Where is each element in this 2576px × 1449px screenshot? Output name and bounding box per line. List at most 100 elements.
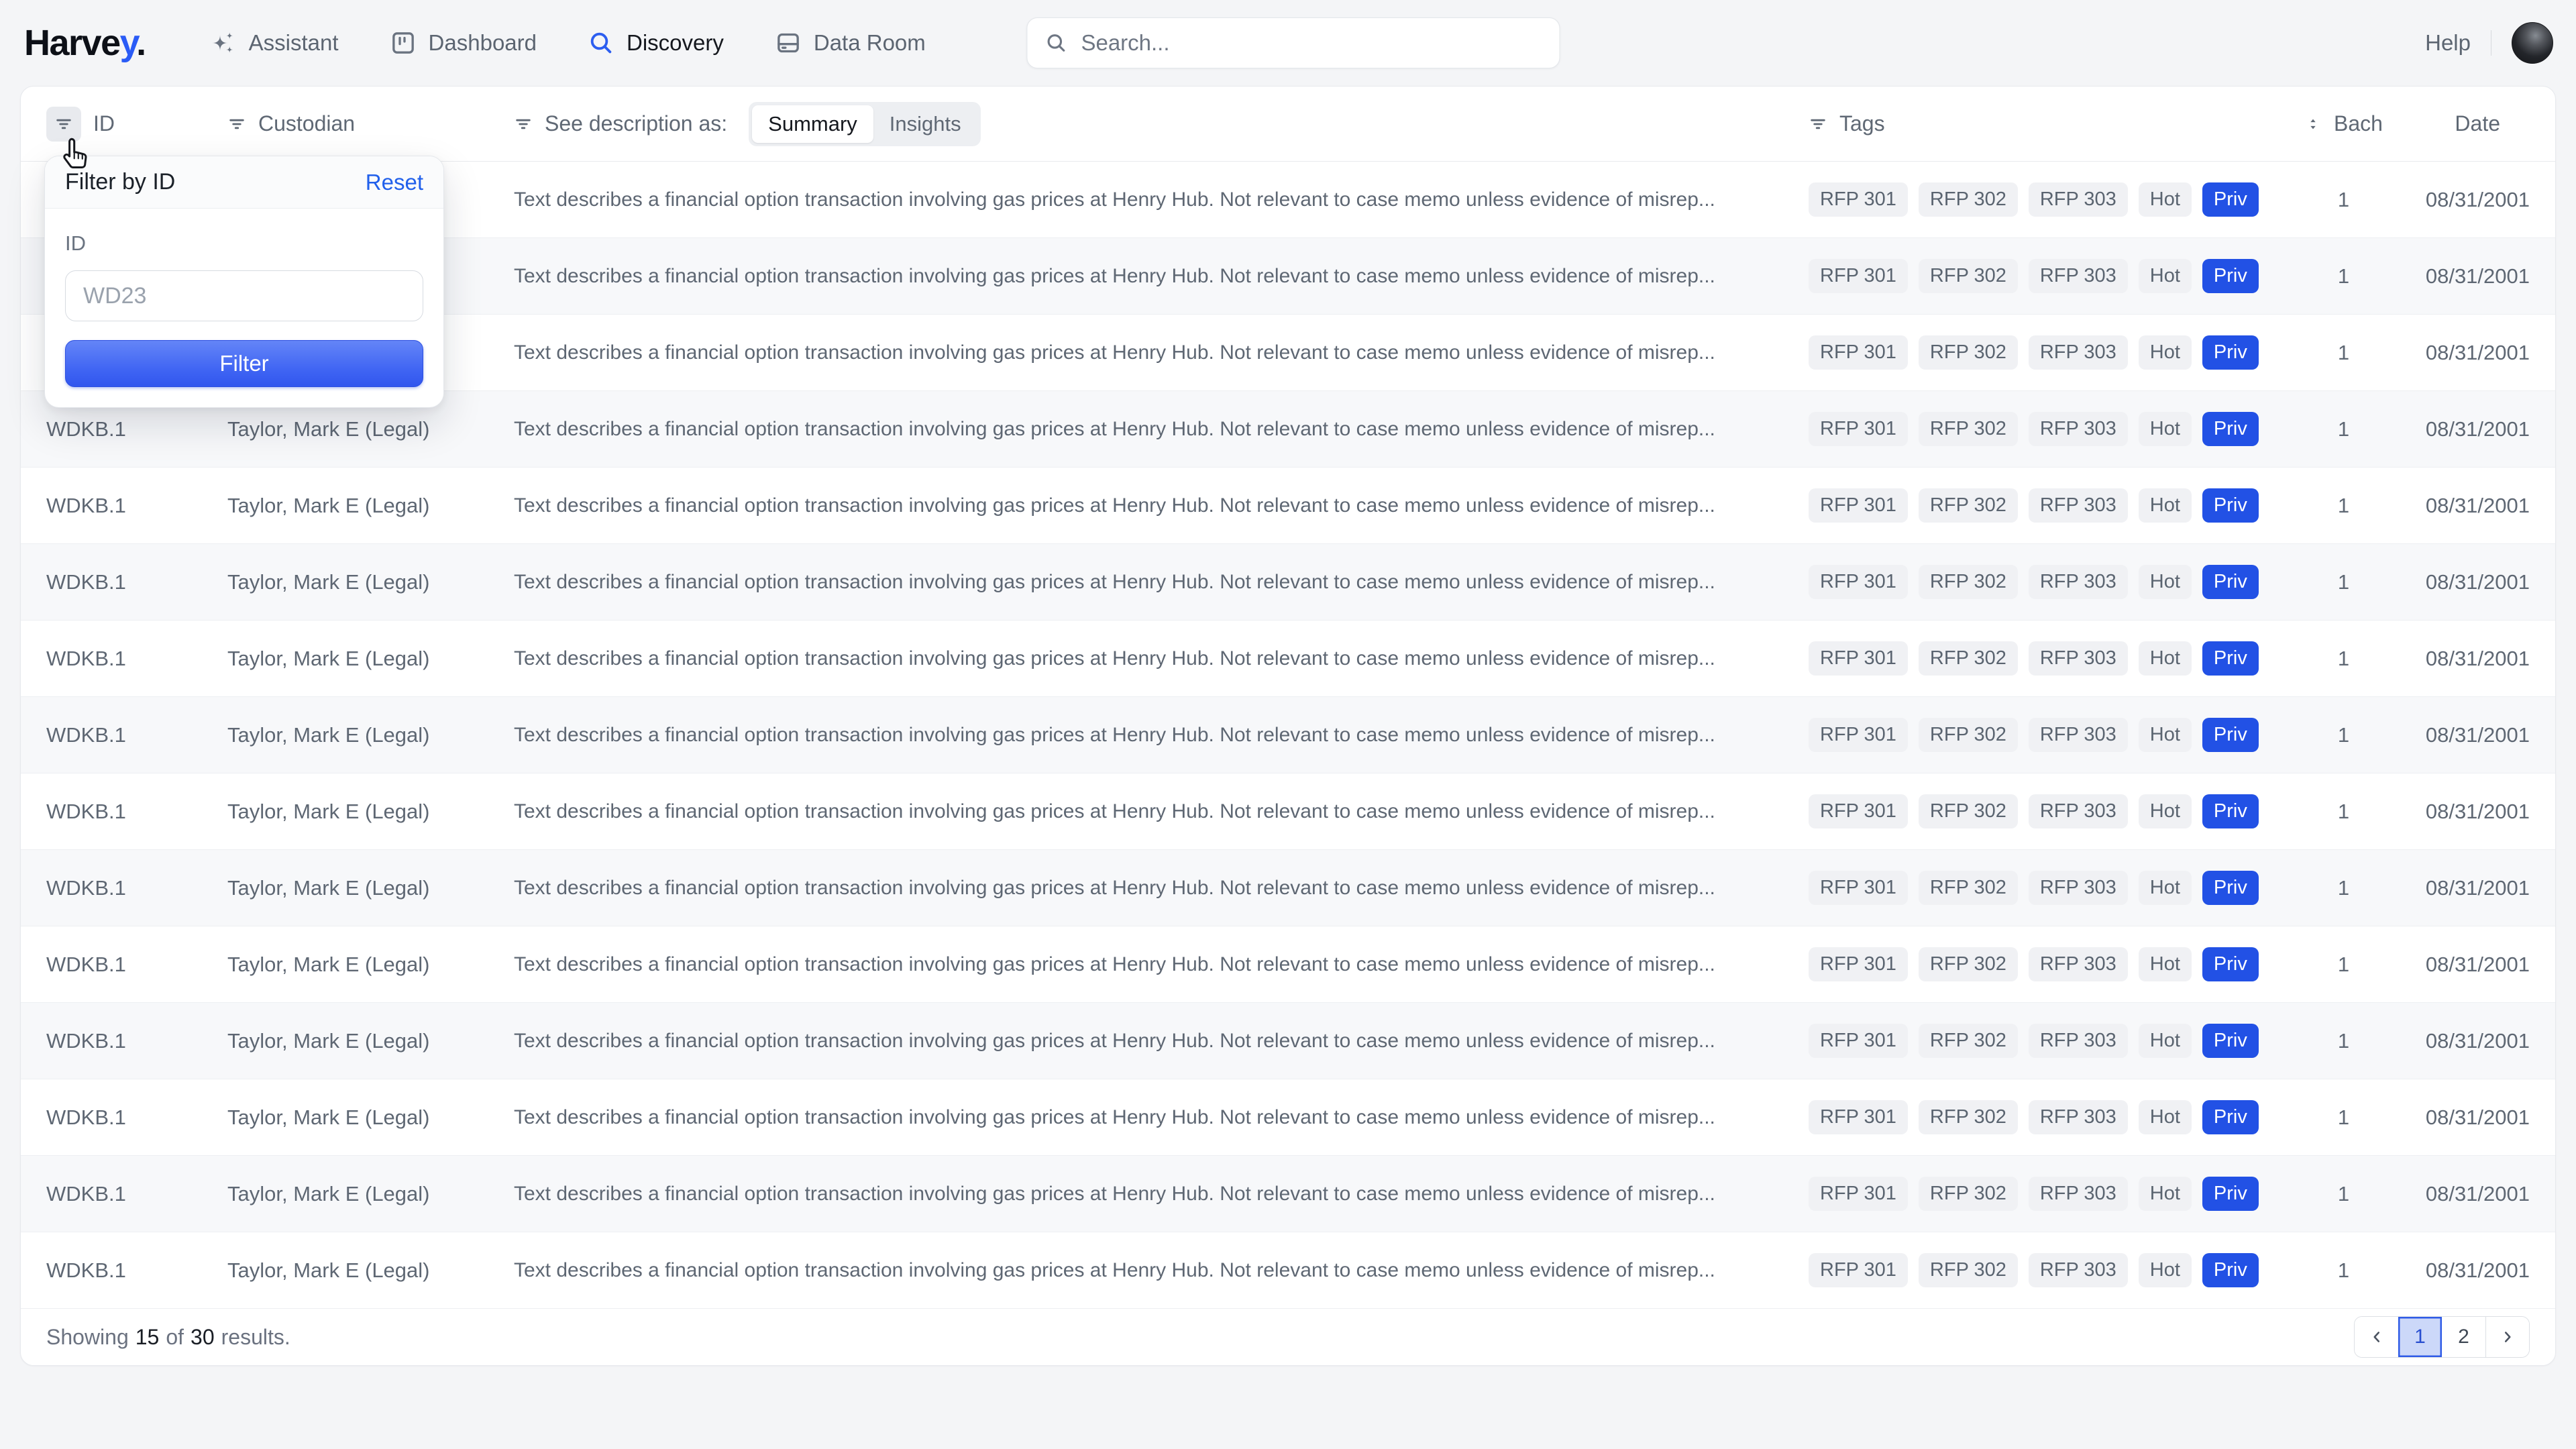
tag-pill[interactable]: RFP 302	[1919, 565, 2018, 599]
table-row[interactable]: WDKB.1 Taylor, Mark E (Legal) Text descr…	[21, 773, 2555, 850]
tag-pill[interactable]: RFP 302	[1919, 718, 2018, 752]
tag-pill[interactable]: RFP 303	[2029, 412, 2128, 446]
tag-pill[interactable]: RFP 301	[1809, 1024, 1908, 1058]
tag-pill[interactable]: RFP 301	[1809, 335, 1908, 370]
nav-item-dashboard[interactable]: Dashboard	[390, 30, 537, 56]
tag-pill[interactable]: Hot	[2139, 488, 2192, 523]
tag-pill[interactable]: RFP 301	[1809, 947, 1908, 981]
tag-pill[interactable]: RFP 303	[2029, 1100, 2128, 1134]
table-row[interactable]: WDKB.1 Taylor, Mark E (Legal) Text descr…	[21, 697, 2555, 773]
tag-pill[interactable]: RFP 303	[2029, 641, 2128, 676]
tag-pill[interactable]: Hot	[2139, 641, 2192, 676]
tag-pill[interactable]: Hot	[2139, 565, 2192, 599]
table-row[interactable]: WDKB.1 Taylor, Mark E (Legal) Text descr…	[21, 1232, 2555, 1309]
tag-pill[interactable]: RFP 302	[1919, 412, 2018, 446]
priv-tag-pill[interactable]: Priv	[2202, 182, 2259, 217]
toggle-option-insights[interactable]: Insights	[873, 105, 977, 143]
priv-tag-pill[interactable]: Priv	[2202, 871, 2259, 905]
tag-pill[interactable]: RFP 303	[2029, 871, 2128, 905]
priv-tag-pill[interactable]: Priv	[2202, 488, 2259, 523]
tag-pill[interactable]: Hot	[2139, 182, 2192, 217]
priv-tag-pill[interactable]: Priv	[2202, 335, 2259, 370]
id-filter-input[interactable]	[65, 270, 423, 321]
tag-pill[interactable]: Hot	[2139, 871, 2192, 905]
tag-pill[interactable]: RFP 302	[1919, 1253, 2018, 1287]
tag-pill[interactable]: RFP 302	[1919, 794, 2018, 828]
id-filter-button[interactable]	[46, 107, 81, 142]
tag-pill[interactable]: Hot	[2139, 718, 2192, 752]
nav-item-data-room[interactable]: Data Room	[775, 30, 926, 56]
tag-pill[interactable]: RFP 303	[2029, 182, 2128, 217]
priv-tag-pill[interactable]: Priv	[2202, 1177, 2259, 1211]
search-input[interactable]	[1081, 30, 1542, 56]
tag-pill[interactable]: Hot	[2139, 1024, 2192, 1058]
tag-pill[interactable]: Hot	[2139, 1100, 2192, 1134]
tag-pill[interactable]: RFP 302	[1919, 182, 2018, 217]
previous-page-button[interactable]	[2355, 1317, 2398, 1357]
tag-pill[interactable]: RFP 301	[1809, 182, 1908, 217]
priv-tag-pill[interactable]: Priv	[2202, 947, 2259, 981]
priv-tag-pill[interactable]: Priv	[2202, 1100, 2259, 1134]
priv-tag-pill[interactable]: Priv	[2202, 1253, 2259, 1287]
tag-pill[interactable]: RFP 302	[1919, 488, 2018, 523]
table-row[interactable]: WDKB.1 Taylor, Mark E (Legal) Text descr…	[21, 850, 2555, 926]
tag-pill[interactable]: RFP 301	[1809, 1253, 1908, 1287]
tag-pill[interactable]: RFP 301	[1809, 565, 1908, 599]
tag-pill[interactable]: RFP 302	[1919, 1024, 2018, 1058]
nav-item-assistant[interactable]: Assistant	[210, 30, 339, 56]
table-row[interactable]: WDKB.1 Taylor, Mark E (Legal) Text descr…	[21, 621, 2555, 697]
nav-item-discovery[interactable]: Discovery	[588, 30, 724, 56]
priv-tag-pill[interactable]: Priv	[2202, 718, 2259, 752]
column-header-bach[interactable]: Bach	[2308, 111, 2379, 136]
table-row[interactable]: WDKB.1 Taylor, Mark E (Legal) Text descr…	[21, 1003, 2555, 1079]
tag-pill[interactable]: RFP 302	[1919, 947, 2018, 981]
table-row[interactable]: WDKB.1 Taylor, Mark E (Legal) Text descr…	[21, 1079, 2555, 1156]
table-row[interactable]: WDKB.1 Taylor, Mark E (Legal) Text descr…	[21, 544, 2555, 621]
tag-pill[interactable]: Hot	[2139, 1177, 2192, 1211]
tag-pill[interactable]: RFP 303	[2029, 1253, 2128, 1287]
tag-pill[interactable]: RFP 303	[2029, 335, 2128, 370]
tag-pill[interactable]: RFP 303	[2029, 947, 2128, 981]
table-row[interactable]: WDKB.1 Taylor, Mark E (Legal) Text descr…	[21, 1156, 2555, 1232]
tag-pill[interactable]: RFP 301	[1809, 794, 1908, 828]
toggle-option-summary[interactable]: Summary	[752, 105, 873, 143]
tag-pill[interactable]: Hot	[2139, 259, 2192, 293]
priv-tag-pill[interactable]: Priv	[2202, 259, 2259, 293]
tags-filter-icon[interactable]	[1809, 115, 1827, 133]
custodian-filter-icon[interactable]	[227, 115, 246, 133]
table-row[interactable]: WDKB.1 Taylor, Mark E (Legal) Text descr…	[21, 926, 2555, 1003]
tag-pill[interactable]: Hot	[2139, 1253, 2192, 1287]
tag-pill[interactable]: RFP 302	[1919, 259, 2018, 293]
tag-pill[interactable]: RFP 301	[1809, 641, 1908, 676]
tag-pill[interactable]: RFP 301	[1809, 718, 1908, 752]
tag-pill[interactable]: RFP 301	[1809, 412, 1908, 446]
priv-tag-pill[interactable]: Priv	[2202, 794, 2259, 828]
reset-button[interactable]: Reset	[366, 170, 423, 195]
tag-pill[interactable]: RFP 302	[1919, 1100, 2018, 1134]
tag-pill[interactable]: RFP 303	[2029, 488, 2128, 523]
description-filter-icon[interactable]	[514, 115, 533, 133]
user-avatar[interactable]	[2512, 22, 2553, 64]
tag-pill[interactable]: RFP 301	[1809, 1177, 1908, 1211]
tag-pill[interactable]: RFP 302	[1919, 641, 2018, 676]
tag-pill[interactable]: Hot	[2139, 794, 2192, 828]
filter-apply-button[interactable]: Filter	[65, 340, 423, 387]
page-button-2[interactable]: 2	[2442, 1317, 2485, 1357]
priv-tag-pill[interactable]: Priv	[2202, 412, 2259, 446]
harvey-logo[interactable]: Harvey.	[24, 22, 146, 64]
priv-tag-pill[interactable]: Priv	[2202, 565, 2259, 599]
table-row[interactable]: WDKB.1 Taylor, Mark E (Legal) Text descr…	[21, 468, 2555, 544]
tag-pill[interactable]: RFP 303	[2029, 794, 2128, 828]
tag-pill[interactable]: RFP 303	[2029, 565, 2128, 599]
tag-pill[interactable]: RFP 303	[2029, 259, 2128, 293]
tag-pill[interactable]: Hot	[2139, 947, 2192, 981]
tag-pill[interactable]: RFP 302	[1919, 1177, 2018, 1211]
priv-tag-pill[interactable]: Priv	[2202, 1024, 2259, 1058]
tag-pill[interactable]: RFP 301	[1809, 871, 1908, 905]
next-page-button[interactable]	[2485, 1317, 2529, 1357]
tag-pill[interactable]: RFP 302	[1919, 335, 2018, 370]
help-link[interactable]: Help	[2425, 30, 2471, 56]
tag-pill[interactable]: Hot	[2139, 335, 2192, 370]
tag-pill[interactable]: Hot	[2139, 412, 2192, 446]
tag-pill[interactable]: RFP 301	[1809, 488, 1908, 523]
